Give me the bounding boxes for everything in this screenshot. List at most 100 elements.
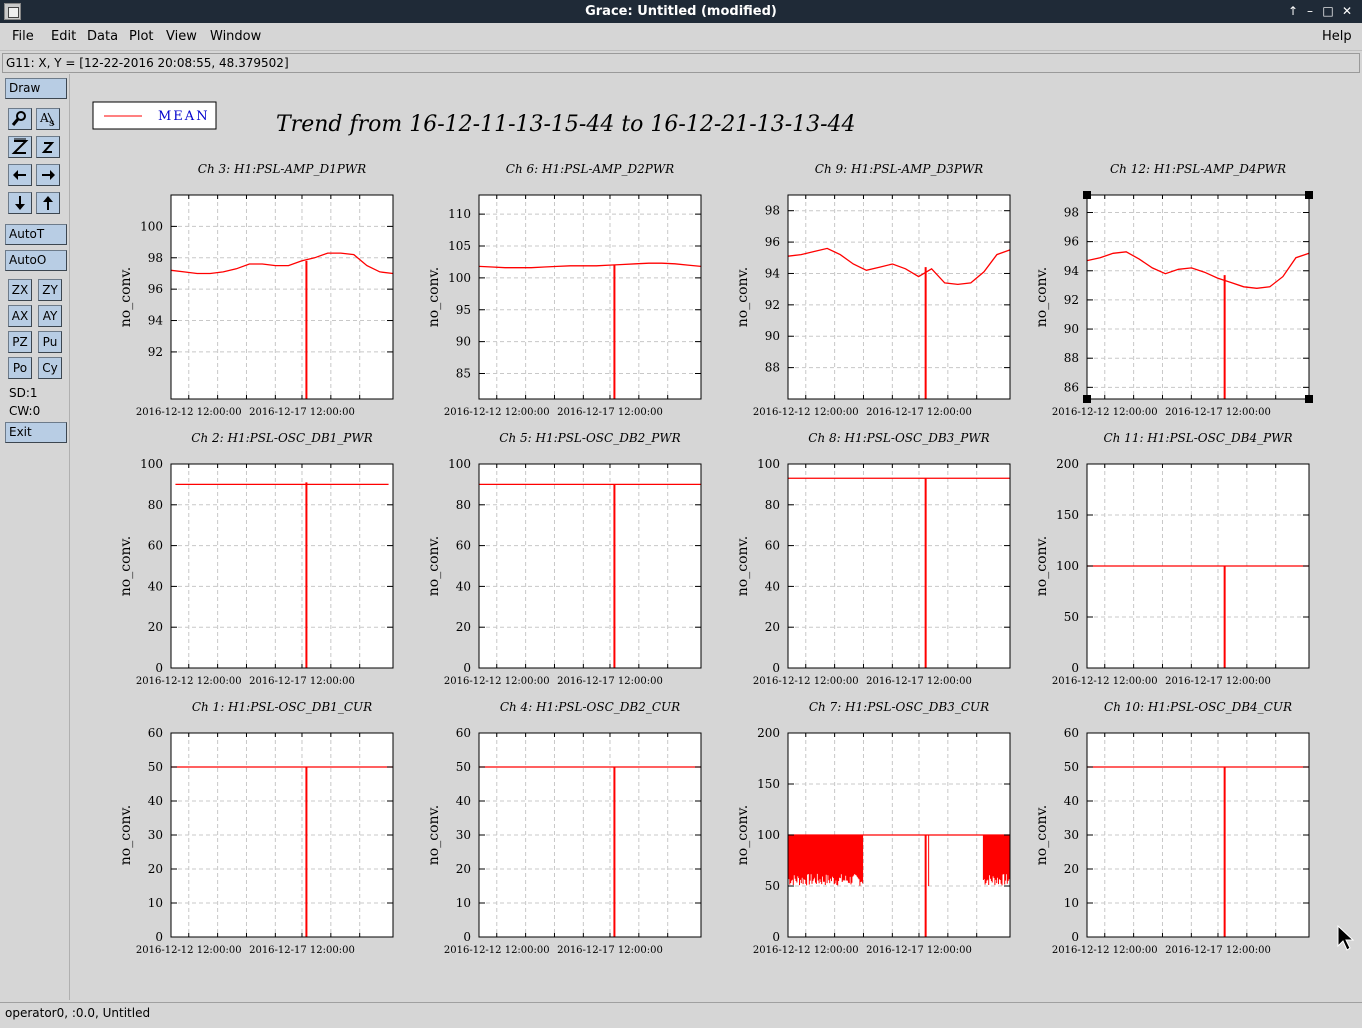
y-tick-label: 0 xyxy=(772,930,780,944)
y-tick-label: 96 xyxy=(765,235,780,249)
chart-title: Ch 1: H1:PSL-OSC_DB1_CUR xyxy=(192,700,372,714)
y-tick-label: 100 xyxy=(448,271,471,285)
y-tick-label: 60 xyxy=(765,539,780,553)
scroll-down-icon[interactable] xyxy=(8,192,32,214)
raise-button[interactable]: ↑ xyxy=(1285,3,1301,19)
graph-canvas[interactable]: MEAN Trend from 16-12-11-13-15-44 to 16-… xyxy=(70,74,1362,1000)
chart-panel[interactable]: 85 90 95 100 105 110 2016-12-12 12:00:00 2016-1… xyxy=(426,162,702,418)
chart-panel[interactable]: 0 50 100 150 200 2016-12-12 12:00:00 2016-12-1… xyxy=(735,700,1011,956)
minimize-button[interactable]: – xyxy=(1302,3,1318,19)
y-tick-label: 200 xyxy=(757,726,780,740)
y-tick-label: 94 xyxy=(1064,264,1080,278)
chart-title: Ch 11: H1:PSL-OSC_DB4_PWR xyxy=(1103,431,1292,445)
selection-handle[interactable] xyxy=(1305,395,1313,403)
pop-up-button[interactable]: Pu xyxy=(38,331,62,353)
tool-panel: Draw As AutoT AutoO ZX ZY AX AY PZ Pu Po… xyxy=(0,74,70,1000)
autoscale-on-button[interactable]: AutoO xyxy=(5,250,67,271)
zy-button[interactable]: ZY xyxy=(38,279,62,301)
chart-panel[interactable]: 88 90 92 94 96 98 2016-12-12 12:00:00 2016-12-1… xyxy=(735,162,1011,418)
menu-view[interactable]: View xyxy=(166,29,197,44)
x-tick-label: 2016-12-17 12:00:00 xyxy=(1165,407,1271,418)
zoom-in-icon[interactable] xyxy=(8,136,32,158)
y-axis-label: no_conv. xyxy=(426,267,442,327)
x-tick-label: 2016-12-12 12:00:00 xyxy=(444,945,550,956)
y-tick-label: 60 xyxy=(456,539,471,553)
x-tick-label: 2016-12-17 12:00:00 xyxy=(557,945,663,956)
chart-panel[interactable]: 86 88 90 92 94 96 98 2016-12-12 12:00:00 2016-12… xyxy=(1034,162,1313,418)
menu-window[interactable]: Window xyxy=(210,29,261,44)
y-tick-label: 30 xyxy=(1064,828,1079,842)
text-tool-icon[interactable]: As xyxy=(36,108,60,130)
menu-data[interactable]: Data xyxy=(87,29,118,44)
chart-title: Ch 3: H1:PSL-AMP_D1PWR xyxy=(198,162,366,176)
x-tick-label: 2016-12-17 12:00:00 xyxy=(557,407,663,418)
y-tick-label: 0 xyxy=(772,661,780,675)
x-tick-label: 2016-12-12 12:00:00 xyxy=(136,407,242,418)
menu-help[interactable]: Help xyxy=(1322,29,1352,44)
menu-plot[interactable]: Plot xyxy=(129,29,154,44)
y-tick-label: 94 xyxy=(765,266,781,280)
menu-edit[interactable]: Edit xyxy=(51,29,76,44)
x-tick-label: 2016-12-17 12:00:00 xyxy=(249,676,355,687)
y-axis-label: no_conv. xyxy=(735,267,751,327)
y-tick-label: 90 xyxy=(456,335,471,349)
y-axis-label: no_conv. xyxy=(735,536,751,596)
chart-panel[interactable]: 0 10 20 30 40 50 60 2016-12-12 12:00:00 2016-12-… xyxy=(118,700,394,956)
y-tick-label: 80 xyxy=(456,498,471,512)
chart-panel[interactable]: 0 50 100 150 200 2016-12-12 12:00:00 2016-12-1… xyxy=(1034,431,1310,687)
autoscale-button[interactable]: AutoT xyxy=(5,224,67,245)
scroll-left-icon[interactable] xyxy=(8,164,32,186)
y-tick-label: 40 xyxy=(148,579,163,593)
y-tick-label: 0 xyxy=(155,661,163,675)
y-tick-label: 10 xyxy=(456,896,471,910)
y-tick-label: 95 xyxy=(456,303,471,317)
legend-box[interactable]: MEAN xyxy=(92,101,217,130)
chart-panel[interactable]: 0 20 40 60 80 100 2016-12-12 12:00:00 2016-12-1… xyxy=(426,431,702,687)
x-tick-label: 2016-12-17 12:00:00 xyxy=(1165,676,1271,687)
series-noise xyxy=(982,835,1011,886)
ay-button[interactable]: AY xyxy=(38,305,62,327)
y-tick-label: 60 xyxy=(1064,726,1079,740)
y-tick-label: 0 xyxy=(155,930,163,944)
pop-button[interactable]: Po xyxy=(8,357,32,379)
y-tick-label: 40 xyxy=(456,579,471,593)
chart-panel[interactable]: 0 10 20 30 40 50 60 2016-12-12 12:00:00 2016-12-… xyxy=(1034,700,1310,956)
y-tick-label: 20 xyxy=(148,862,163,876)
x-tick-label: 2016-12-17 12:00:00 xyxy=(1165,945,1271,956)
ax-button[interactable]: AX xyxy=(8,305,32,327)
maximize-button[interactable]: □ xyxy=(1320,3,1336,19)
selection-handle[interactable] xyxy=(1305,191,1313,199)
chart-panel[interactable]: 0 20 40 60 80 100 2016-12-12 12:00:00 2016-12-1… xyxy=(118,431,394,687)
zoom-out-icon[interactable] xyxy=(36,136,60,158)
menu-file[interactable]: File xyxy=(12,29,34,44)
chart-panel[interactable]: 0 20 40 60 80 100 2016-12-12 12:00:00 2016-12-1… xyxy=(735,431,1011,687)
y-tick-label: 98 xyxy=(765,204,780,218)
selection-handle[interactable] xyxy=(1083,191,1091,199)
y-tick-label: 100 xyxy=(757,457,780,471)
chart-panel[interactable]: 0 10 20 30 40 50 60 2016-12-12 12:00:00 2016-12-… xyxy=(426,700,702,956)
selection-handle[interactable] xyxy=(1083,395,1091,403)
y-tick-label: 100 xyxy=(140,457,163,471)
y-tick-label: 100 xyxy=(757,828,780,842)
y-tick-label: 98 xyxy=(148,251,163,265)
exit-button[interactable]: Exit xyxy=(5,422,67,443)
y-tick-label: 90 xyxy=(1064,322,1079,336)
chart-panel[interactable]: 92 94 96 98 100 2016-12-12 12:00:00 2016-12-17… xyxy=(118,162,394,418)
y-tick-label: 92 xyxy=(765,298,780,312)
scroll-up-icon[interactable] xyxy=(36,192,60,214)
y-tick-label: 30 xyxy=(456,828,471,842)
zx-button[interactable]: ZX xyxy=(8,279,32,301)
zoom-icon[interactable] xyxy=(8,108,32,130)
y-tick-label: 0 xyxy=(463,661,471,675)
y-tick-label: 80 xyxy=(148,498,163,512)
y-tick-label: 90 xyxy=(765,329,780,343)
cycle-button[interactable]: Cy xyxy=(38,357,62,379)
close-button[interactable]: ✕ xyxy=(1339,3,1355,19)
y-tick-label: 110 xyxy=(448,207,471,221)
scroll-right-icon[interactable] xyxy=(36,164,60,186)
plots-svg[interactable]: MEAN Trend from 16-12-11-13-15-44 to 16-… xyxy=(70,74,1362,1000)
x-tick-label: 2016-12-17 12:00:00 xyxy=(866,676,972,687)
draw-button[interactable]: Draw xyxy=(5,78,67,99)
push-zoom-button[interactable]: PZ xyxy=(8,331,32,353)
y-tick-label: 86 xyxy=(1064,380,1079,394)
